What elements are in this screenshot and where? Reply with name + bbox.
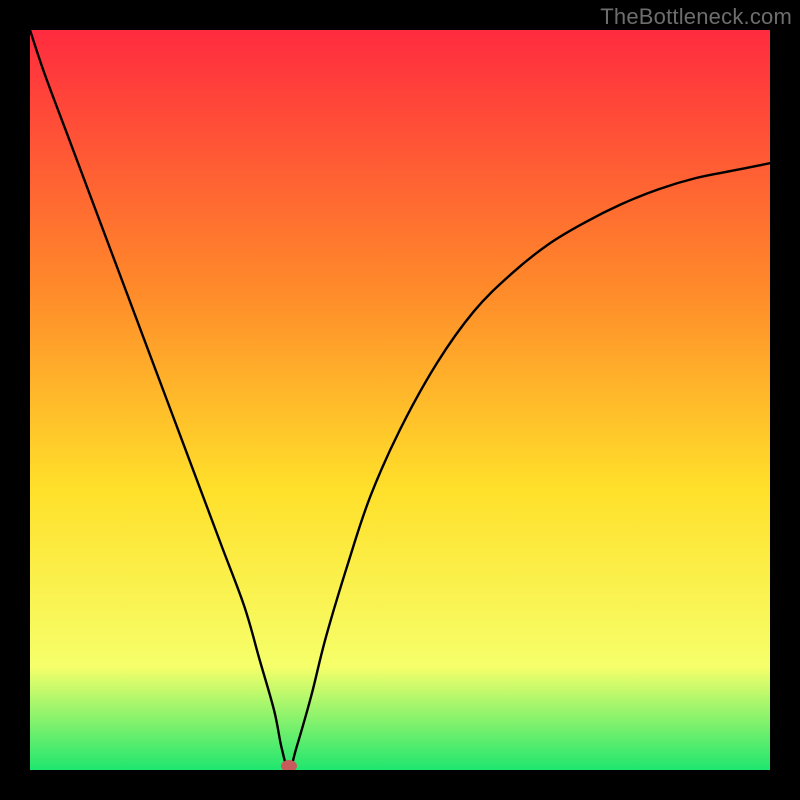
bottleneck-curve bbox=[30, 30, 770, 770]
optimal-point-marker bbox=[281, 760, 297, 770]
chart-frame: TheBottleneck.com bbox=[0, 0, 800, 800]
plot-area bbox=[30, 30, 770, 770]
watermark-label: TheBottleneck.com bbox=[600, 4, 792, 30]
chart-curve-layer bbox=[30, 30, 770, 770]
